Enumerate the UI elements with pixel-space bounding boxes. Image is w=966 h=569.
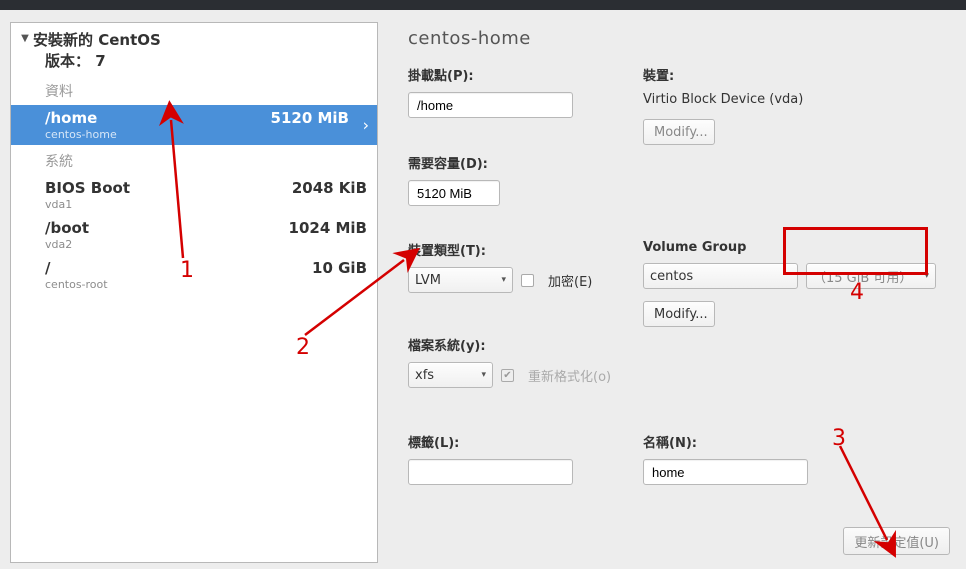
chevron-down-icon: ▼ [19, 29, 31, 44]
partition-item-boot[interactable]: /boot 1024 MiB vda2 [11, 215, 377, 255]
main-container: ▼ 安裝新的 CentOS 版本： 7 資料 /home 5120 MiB ce… [0, 10, 966, 569]
fs-select[interactable]: xfs ▾ [408, 362, 493, 388]
chevron-down-icon: ▾ [481, 370, 486, 380]
capacity-input[interactable] [408, 180, 500, 206]
update-settings-button[interactable]: 更新設定值(U) [843, 527, 950, 555]
left-panel: ▼ 安裝新的 CentOS 版本： 7 資料 /home 5120 MiB ce… [0, 10, 378, 569]
name-input[interactable] [643, 459, 808, 485]
label-input[interactable] [408, 459, 573, 485]
encrypt-label: 加密(E) [548, 271, 592, 290]
partition-tree: ▼ 安裝新的 CentOS 版本： 7 資料 /home 5120 MiB ce… [10, 22, 378, 563]
partition-item-home[interactable]: /home 5120 MiB centos-home › [11, 105, 377, 145]
mountpoint-label: 掛載點(P): [408, 65, 633, 84]
devtype-select[interactable]: LVM ▾ [408, 267, 513, 293]
vg-select[interactable]: centos [643, 263, 798, 289]
modify-vg-button[interactable]: Modify... [643, 301, 715, 327]
partition-item-biosboot[interactable]: BIOS Boot 2048 KiB vda1 [11, 175, 377, 215]
reformat-checkbox: ✔ [501, 369, 514, 382]
tree-header[interactable]: ▼ 安裝新的 CentOS 版本： 7 [11, 23, 377, 75]
install-header-line2: 版本： 7 [45, 50, 161, 71]
fs-label: 檔案系統(y): [408, 335, 633, 354]
label-label: 標籤(L): [408, 432, 633, 451]
reformat-label: 重新格式化(o) [528, 366, 611, 385]
mountpoint-input[interactable] [408, 92, 573, 118]
encrypt-checkbox[interactable] [521, 274, 534, 287]
vg-label: Volume Group [643, 240, 938, 255]
vg-free-select[interactable]: （15 GiB 可用） ▾ [806, 263, 936, 289]
section-system: 系統 [11, 145, 377, 175]
top-bar [0, 0, 966, 10]
device-value: Virtio Block Device (vda) [643, 92, 938, 107]
devtype-label: 裝置類型(T): [408, 240, 633, 259]
partition-item-root[interactable]: / 10 GiB centos-root [11, 255, 377, 295]
right-panel: centos-home 掛載點(P): 裝置: Virtio Block Dev… [378, 10, 966, 569]
device-label: 裝置: [643, 65, 938, 84]
modify-device-button[interactable]: Modify... [643, 119, 715, 145]
form-grid: 掛載點(P): 裝置: Virtio Block Device (vda) Mo… [408, 65, 938, 485]
name-label: 名稱(N): [643, 432, 938, 451]
install-header-line1: 安裝新的 CentOS [33, 29, 161, 50]
detail-title: centos-home [408, 28, 938, 49]
capacity-label: 需要容量(D): [408, 153, 633, 172]
section-data: 資料 [11, 75, 377, 105]
chevron-down-icon: ▾ [924, 271, 929, 281]
chevron-right-icon: › [363, 116, 369, 135]
chevron-down-icon: ▾ [501, 275, 506, 285]
